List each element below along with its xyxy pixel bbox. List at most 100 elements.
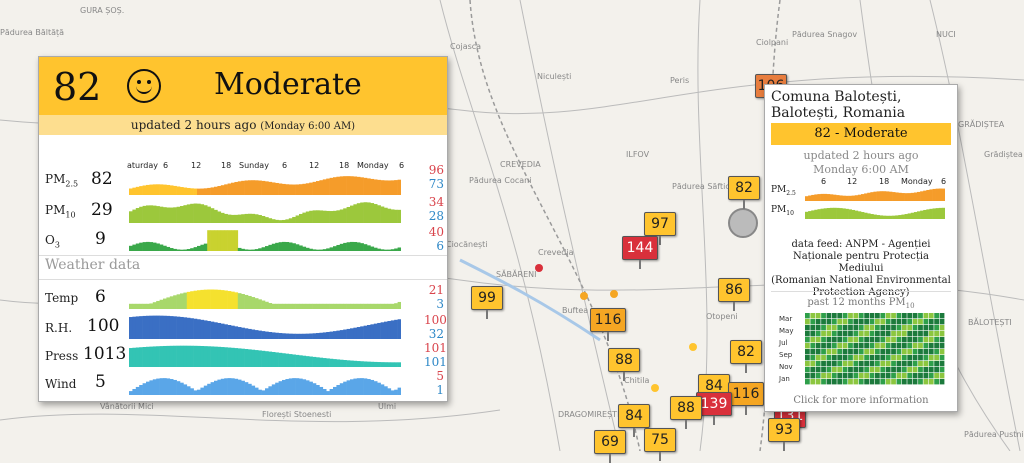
sparkline-bar bbox=[142, 347, 147, 367]
heatmap-cell bbox=[901, 343, 907, 349]
popup-pm10-sparkline[interactable] bbox=[805, 203, 945, 219]
heatmap-cell bbox=[875, 325, 880, 331]
heatmap-cell bbox=[875, 337, 880, 343]
sparkline-bar bbox=[129, 391, 133, 395]
sparkline-bar bbox=[152, 205, 157, 223]
station-dot[interactable] bbox=[689, 343, 697, 351]
sparkline-bar bbox=[867, 213, 871, 219]
heatmap-cell bbox=[842, 337, 848, 343]
heatmap-cell bbox=[912, 313, 918, 319]
humidity-sparkline[interactable] bbox=[129, 313, 401, 339]
sparkline-bar bbox=[377, 179, 381, 195]
sparkline-bar bbox=[248, 383, 252, 395]
pm25-sparkline[interactable] bbox=[129, 169, 401, 195]
popup-pm25-sparkline[interactable] bbox=[805, 185, 945, 201]
sparkline-bar bbox=[169, 207, 174, 223]
map-place-label: Ciocănești bbox=[446, 240, 488, 249]
heatmap-cell bbox=[928, 325, 934, 331]
aqi-station-pin[interactable]: 144 bbox=[622, 236, 658, 269]
aqi-station-pin[interactable]: 84 bbox=[618, 404, 650, 437]
sparkline-bar bbox=[370, 246, 375, 251]
heatmap-cell bbox=[810, 355, 816, 361]
aqi-station-pin[interactable]: 88 bbox=[608, 348, 640, 381]
sparkline-bar bbox=[926, 209, 930, 219]
aqi-station-pin[interactable]: 82 bbox=[728, 176, 760, 209]
sparkline-bar bbox=[227, 347, 232, 367]
heatmap-cell bbox=[928, 355, 934, 361]
sparkline-bar bbox=[842, 195, 846, 201]
heatmap-cell bbox=[896, 367, 902, 373]
sparkline-bar bbox=[935, 208, 940, 219]
wind-sparkline[interactable] bbox=[129, 369, 401, 395]
aqi-station-pin[interactable]: 82 bbox=[730, 340, 762, 373]
station-dot[interactable] bbox=[651, 384, 659, 392]
heatmap-cell bbox=[837, 313, 843, 319]
pressure-label: Press bbox=[45, 349, 79, 363]
aqi-station-pin[interactable]: 116 bbox=[728, 382, 764, 415]
sparkline-bar bbox=[278, 381, 283, 395]
aqi-station-pin[interactable]: 75 bbox=[644, 428, 676, 461]
aqi-station-pin[interactable]: 88 bbox=[670, 396, 702, 429]
heatmap-cell bbox=[858, 361, 864, 367]
sparkline-bar bbox=[811, 210, 815, 219]
sparkline-bar bbox=[207, 321, 211, 339]
pressure-sparkline[interactable] bbox=[129, 341, 401, 367]
map-place-label: Pădurea Snagov bbox=[792, 30, 858, 39]
aqi-station-pin[interactable]: 116 bbox=[590, 308, 626, 341]
heatmap-cell bbox=[858, 337, 864, 343]
sparkline-bar bbox=[248, 328, 252, 339]
heatmap-cell bbox=[912, 355, 918, 361]
sparkline-bar bbox=[190, 388, 194, 395]
aqi-station-pin[interactable]: 69 bbox=[594, 430, 626, 463]
o3-max: 40 bbox=[428, 225, 444, 239]
sparkline-bar bbox=[305, 380, 310, 395]
pm10-sparkline[interactable] bbox=[129, 197, 401, 223]
sparkline-bar bbox=[346, 206, 351, 223]
sparkline-bar bbox=[879, 191, 884, 201]
heatmap-cell bbox=[848, 379, 853, 385]
temp-sparkline[interactable] bbox=[129, 283, 401, 309]
selected-station-marker[interactable] bbox=[728, 208, 758, 238]
sparkline-bar bbox=[193, 318, 198, 339]
sparkline-bar bbox=[278, 220, 283, 223]
sparkline-bar bbox=[864, 212, 868, 219]
sparkline-bar bbox=[346, 303, 351, 309]
sparkline-bar bbox=[305, 183, 310, 195]
heatmap-cell bbox=[923, 337, 929, 343]
sparkline-bar bbox=[295, 333, 300, 339]
heatmap-cell bbox=[891, 379, 896, 385]
aqi-station-pin[interactable]: 93 bbox=[768, 418, 800, 451]
aqi-detail-panel[interactable]: 82 Moderate updated 2 hours ago (Monday … bbox=[38, 56, 448, 402]
station-dot[interactable] bbox=[535, 264, 543, 272]
sparkline-bar bbox=[166, 184, 171, 195]
sparkline-bar bbox=[203, 289, 208, 309]
sparkline-bar bbox=[353, 327, 358, 339]
past-12-months-calendar[interactable] bbox=[805, 313, 945, 385]
heatmap-cell bbox=[891, 355, 896, 361]
sparkline-bar bbox=[173, 207, 177, 223]
aqi-station-pin[interactable]: 99 bbox=[471, 286, 503, 319]
more-info-link[interactable]: Click for more information bbox=[765, 395, 957, 406]
data-feed-attribution[interactable]: data feed: ANPM - Agenției Naționale pen… bbox=[771, 239, 951, 299]
sparkline-bar bbox=[261, 390, 266, 395]
sparkline-bar bbox=[163, 315, 167, 339]
station-dot[interactable] bbox=[580, 292, 588, 300]
station-popup[interactable]: Comuna Balotești, Balotești, Romania 82 … bbox=[764, 84, 958, 412]
heatmap-cell bbox=[875, 313, 880, 319]
aqi-station-pin[interactable]: 97 bbox=[644, 212, 676, 245]
aqi-station-pin[interactable]: 86 bbox=[718, 278, 750, 311]
heatmap-cell bbox=[864, 361, 870, 367]
heatmap-cell bbox=[939, 379, 945, 385]
sparkline-bar bbox=[190, 188, 194, 195]
sparkline-bar bbox=[322, 389, 327, 395]
humidity-max: 100 bbox=[424, 313, 447, 327]
sparkline-bar bbox=[322, 358, 327, 367]
station-dot[interactable] bbox=[610, 290, 618, 298]
sparkline-bar bbox=[309, 303, 313, 309]
heatmap-cell bbox=[928, 367, 934, 373]
sparkline-bar bbox=[292, 243, 296, 251]
heatmap-cell bbox=[912, 367, 918, 373]
sparkline-bar bbox=[836, 207, 840, 219]
o3-sparkline[interactable] bbox=[129, 225, 401, 251]
sparkline-bar bbox=[251, 329, 256, 339]
